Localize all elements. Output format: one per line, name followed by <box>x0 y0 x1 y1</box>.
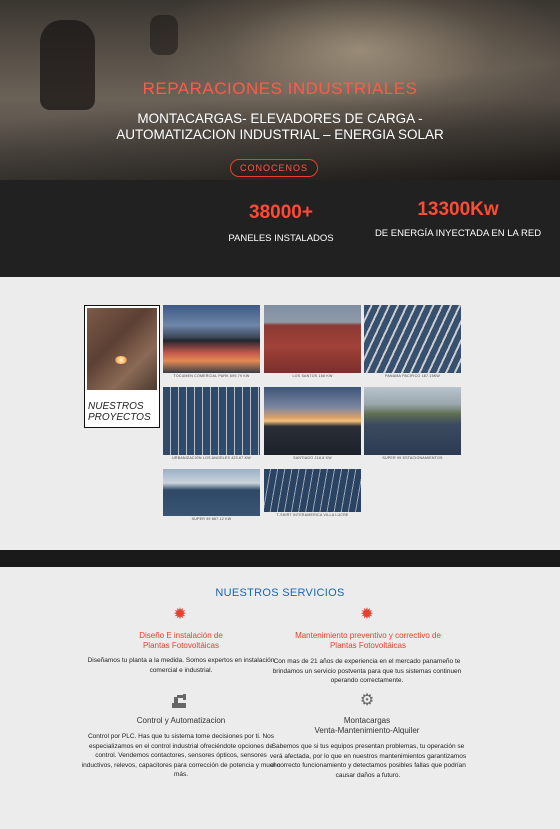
project-caption: TOCUMEN COMERCIAL PARK 699.79 KW <box>173 374 250 378</box>
project-caption: SUPER 99 ESTACIONAMIENTOS <box>382 456 443 460</box>
service-title: Mantenimiento preventivo y correctivo de… <box>295 631 441 650</box>
service-description: Control por PLC. Has que tu sistema tome… <box>81 733 281 778</box>
project-photo <box>264 387 361 455</box>
cog-icon: ⚙ <box>359 692 375 709</box>
project-photo <box>364 305 461 373</box>
projects-card-label: NUESTROS PROYECTOS <box>88 401 151 423</box>
project-photo <box>163 469 260 516</box>
hero-subtitle-line: AUTOMATIZACION INDUSTRIAL – ENERGIA SOLA… <box>116 127 444 142</box>
project-thumb[interactable]: T-SHIRT INTERAMERICA VILLA LUCRE <box>264 469 361 517</box>
projects-card[interactable]: NUESTROS PROYECTOS <box>84 305 160 428</box>
project-caption: SUPER 99 867.12 KW <box>191 517 232 521</box>
project-thumb[interactable]: PANAMA PACIFICO 187.15KW <box>364 305 461 378</box>
services-title: NUESTROS SERVICIOS <box>215 587 345 599</box>
project-photo <box>163 305 260 373</box>
stat-value-energy: 13300Kw <box>417 199 499 220</box>
service-description: Diseñamos tu planta a la medida. Somos e… <box>87 657 275 674</box>
project-caption: T-SHIRT INTERAMERICA VILLA LUCRE <box>276 513 349 517</box>
hero-subtitle: MONTACARGAS- ELEVADORES DE CARGA - AUTOM… <box>0 111 560 143</box>
gear-icon: ✹ <box>173 606 187 623</box>
project-photo <box>264 305 361 373</box>
stat-label-panels: PANELES INSTALADOS <box>228 233 334 244</box>
service-description: Sabemos que si tus equipos presentan pro… <box>269 743 467 779</box>
project-thumb[interactable]: LOS SANTOS 156 KW <box>264 305 361 378</box>
hero-title: REPARACIONES INDUSTRIALES <box>142 79 418 98</box>
worker-silhouette <box>150 15 178 55</box>
gear-icon: ✹ <box>360 606 374 623</box>
project-thumb[interactable]: URBANIZACIÓN LOS ANGELES 423.67 KW <box>163 387 260 460</box>
project-photo <box>364 387 461 455</box>
project-thumb[interactable]: SANTIAGO 218.8 KW <box>264 387 361 460</box>
service-title: Montacargas Venta-Mantenimiento-Alquiler <box>314 716 420 735</box>
stat-value-panels: 38000+ <box>249 202 313 223</box>
section-divider <box>0 550 560 567</box>
project-caption: PANAMA PACIFICO 187.15KW <box>385 374 440 378</box>
services-section <box>0 567 560 829</box>
conocenos-button[interactable]: CONOCENOS <box>230 159 318 177</box>
project-photo <box>163 387 260 455</box>
robot-arm-icon <box>171 692 189 710</box>
hero-subtitle-line: MONTACARGAS- ELEVADORES DE CARGA - <box>137 111 423 126</box>
project-caption: URBANIZACIÓN LOS ANGELES 423.67 KW <box>172 456 251 460</box>
project-caption: SANTIAGO 218.8 KW <box>293 456 332 460</box>
service-description: Con mas de 21 años de experiencia en el … <box>272 658 462 684</box>
project-thumb[interactable]: SUPER 99 867.12 KW <box>163 469 260 521</box>
project-photo <box>264 469 361 512</box>
stat-label-energy: DE ENERGÍA INYECTADA EN LA RED <box>374 228 542 239</box>
welder-photo <box>87 308 157 390</box>
project-thumb[interactable]: SUPER 99 ESTACIONAMIENTOS <box>364 387 461 460</box>
project-caption: LOS SANTOS 156 KW <box>292 374 333 378</box>
project-thumb[interactable]: TOCUMEN COMERCIAL PARK 699.79 KW <box>163 305 260 378</box>
